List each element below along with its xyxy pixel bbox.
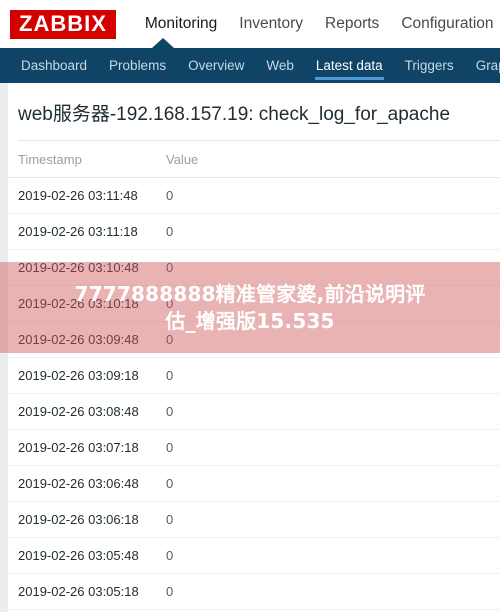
table-row: 2019-02-26 03:06:48 0 <box>8 465 500 502</box>
main-nav-item-inventory[interactable]: Inventory <box>228 15 314 33</box>
cell-timestamp: 2019-02-26 03:10:48 <box>8 249 156 286</box>
table-row: 2019-02-26 03:05:48 0 <box>8 537 500 574</box>
table-row: 2019-02-26 03:05:18 0 <box>8 573 500 610</box>
cell-timestamp: 2019-02-26 03:09:48 <box>8 321 156 358</box>
sub-nav-item-graphs[interactable]: Graphs <box>465 48 500 83</box>
table-body: 2019-02-26 03:11:48 0 2019-02-26 03:11:18 0… <box>8 177 500 612</box>
cell-timestamp: 2019-02-26 03:10:18 <box>8 285 156 322</box>
cell-timestamp: 2019-02-26 03:07:18 <box>8 429 156 466</box>
cell-value: 0 <box>156 249 500 286</box>
cell-value: 0 <box>156 213 500 250</box>
cell-timestamp: 2019-02-26 03:06:18 <box>8 501 156 538</box>
sub-navigation: Dashboard Problems Overview Web Latest data T… <box>0 48 500 83</box>
cell-value: 0 <box>156 465 500 502</box>
cell-value: 0 <box>156 501 500 538</box>
cell-timestamp: 2019-02-26 03:06:48 <box>8 465 156 502</box>
cell-value: 0 <box>156 285 500 322</box>
cell-value: 0 <box>156 321 500 358</box>
cell-value: 0 <box>156 429 500 466</box>
sub-nav-item-latest-data[interactable]: Latest data <box>305 48 394 83</box>
table-header: Timestamp Value <box>8 141 500 178</box>
zabbix-logo[interactable]: ZABBIX <box>10 9 116 39</box>
table-row: 2019-02-26 03:10:18 0 <box>8 285 500 322</box>
cell-value: 0 <box>156 357 500 394</box>
cell-value: 0 <box>156 537 500 574</box>
sub-nav-item-overview[interactable]: Overview <box>177 48 255 83</box>
table-row: 2019-02-26 03:10:48 0 <box>8 249 500 286</box>
active-menu-caret-icon <box>152 38 174 48</box>
sub-nav-item-problems[interactable]: Problems <box>98 48 177 83</box>
table-row: 2019-02-26 03:11:48 0 <box>8 177 500 214</box>
sub-nav-item-triggers[interactable]: Triggers <box>394 48 465 83</box>
content-panel: web服务器-192.168.157.19: check_log_for_apa… <box>8 83 500 612</box>
table-row: 2019-02-26 03:11:18 0 <box>8 213 500 250</box>
column-header-timestamp[interactable]: Timestamp <box>8 141 156 178</box>
latest-data-table: Timestamp Value 2019-02-26 03:11:48 0 2019… <box>8 141 500 612</box>
app-header: ZABBIX Monitoring Inventory Reports Configu… <box>0 0 500 48</box>
table-row: 2019-02-26 03:08:48 0 <box>8 393 500 430</box>
page-title: web服务器-192.168.157.19: check_log_for_apa… <box>18 104 451 125</box>
cell-timestamp: 2019-02-26 03:05:18 <box>8 573 156 610</box>
cell-value: 0 <box>156 573 500 610</box>
main-nav-item-monitoring[interactable]: Monitoring <box>134 15 228 33</box>
table-row: 2019-02-26 03:09:18 0 <box>8 357 500 394</box>
cell-timestamp: 2019-02-26 03:05:48 <box>8 537 156 574</box>
cell-value: 0 <box>156 393 500 430</box>
cell-timestamp: 2019-02-26 03:11:48 <box>8 177 156 214</box>
column-header-value[interactable]: Value <box>156 141 500 178</box>
main-nav-item-configuration[interactable]: Configuration <box>390 15 500 33</box>
sub-nav-item-dashboard[interactable]: Dashboard <box>10 48 98 83</box>
main-navigation: MonitoringInventoryReportsConfigurationA… <box>134 15 500 33</box>
table-header-row: Timestamp Value <box>8 141 500 178</box>
table-row: 2019-02-26 03:09:48 0 <box>8 321 500 358</box>
table-row: 2019-02-26 03:06:18 0 <box>8 501 500 538</box>
cell-timestamp: 2019-02-26 03:09:18 <box>8 357 156 394</box>
sub-nav-item-web[interactable]: Web <box>255 48 305 83</box>
table-row: 2019-02-26 03:07:18 0 <box>8 429 500 466</box>
cell-value: 0 <box>156 177 500 214</box>
cell-timestamp: 2019-02-26 03:08:48 <box>8 393 156 430</box>
main-nav-item-reports[interactable]: Reports <box>314 15 390 33</box>
cell-timestamp: 2019-02-26 03:11:18 <box>8 213 156 250</box>
